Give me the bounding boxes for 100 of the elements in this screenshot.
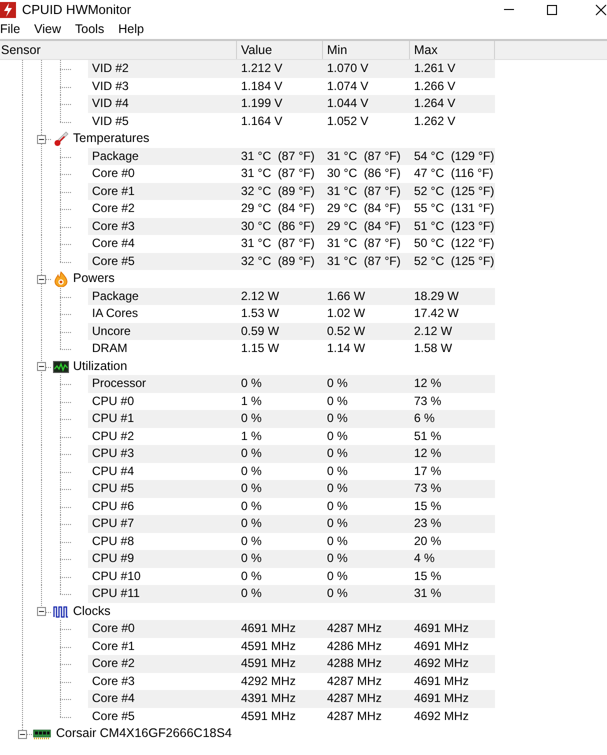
max-cell-text: 1.264 V xyxy=(413,95,456,112)
table-row[interactable]: Core #0 31 °C (87 °F) 30 °C (86 °F) 47 °C (116 °F) xyxy=(88,165,495,182)
max-cell-text: 2.12 W xyxy=(413,322,454,340)
table-row[interactable]: Core #5 32 °C (89 °F) 31 °C (87 °F) 52 °C (125 °F) xyxy=(88,252,495,270)
menu-item[interactable]: Tools xyxy=(75,22,112,36)
value-cell-text: 4591 MHz xyxy=(240,655,297,672)
min-cell-text: 0 % xyxy=(326,585,349,602)
value-cell-text: 0 % xyxy=(240,480,263,497)
sensor-name: IA Cores xyxy=(91,305,140,322)
sensor-name: Core #0 xyxy=(91,620,136,637)
table-row[interactable]: CPU #3 0 % 0 % 12 % xyxy=(88,445,495,462)
value-cell-text: 0 % xyxy=(240,375,263,392)
sensor-name: CPU #11 xyxy=(91,585,141,602)
collapse-button[interactable] xyxy=(37,274,46,284)
value-cell-text: 1.164 V xyxy=(240,112,284,130)
collapse-button[interactable] xyxy=(18,730,27,738)
table-row[interactable]: CPU #11 0 % 0 % 31 % xyxy=(88,585,495,602)
group-label[interactable]: Temperatures xyxy=(73,130,150,148)
min-cell-text: 0 % xyxy=(326,550,349,567)
min-cell-text: 4286 MHz xyxy=(326,638,383,654)
table-row[interactable]: Core #5 4591 MHz 4287 MHz 4692 MHz xyxy=(88,708,495,725)
column-header[interactable]: Max xyxy=(410,41,495,59)
table-row[interactable]: VID #3 1.184 V 1.074 V 1.266 V xyxy=(88,78,495,95)
min-cell-text: 0 % xyxy=(326,375,349,392)
table-row[interactable]: CPU #7 0 % 0 % 23 % xyxy=(88,515,495,532)
min-cell-text: 1.044 V xyxy=(326,95,370,112)
max-cell-text: 15 % xyxy=(413,568,442,584)
min-cell-text: 4287 MHz xyxy=(326,672,383,690)
max-cell-text: 6 % xyxy=(413,410,436,427)
min-cell-text: 30 °C (86 °F) xyxy=(326,165,402,182)
table-row[interactable]: DRAM 1.15 W 1.14 W 1.58 W xyxy=(88,340,495,358)
table-row[interactable]: Core #1 32 °C (89 °F) 31 °C (87 °F) 52 °C (125 °F) xyxy=(88,182,495,200)
sensor-name: CPU #4 xyxy=(91,462,136,480)
column-header[interactable]: Min xyxy=(323,41,410,59)
sensor-name: Core #5 xyxy=(91,252,136,270)
group-label[interactable]: Powers xyxy=(73,270,115,288)
table-row[interactable]: CPU #10 0 % 0 % 15 % xyxy=(88,568,495,585)
max-cell-text: 4691 MHz xyxy=(413,620,470,637)
table-row[interactable]: Core #1 4591 MHz 4286 MHz 4691 MHz xyxy=(88,638,495,655)
min-cell-text: 1.14 W xyxy=(326,340,366,357)
table-row[interactable]: VID #4 1.199 V 1.044 V 1.264 V xyxy=(88,95,495,112)
table-row[interactable]: Core #4 4391 MHz 4287 MHz 4691 MHz xyxy=(88,690,495,708)
sensor-name: CPU #0 xyxy=(91,392,136,410)
menu-item[interactable]: View xyxy=(34,22,68,36)
value-cell-text: 4292 MHz xyxy=(240,672,297,690)
table-row[interactable]: CPU #4 0 % 0 % 17 % xyxy=(88,462,495,480)
sensor-name: Processor xyxy=(91,375,148,392)
table-row[interactable]: IA Cores 1.53 W 1.02 W 17.42 W xyxy=(88,305,495,322)
max-cell-text: 51 % xyxy=(413,428,442,444)
table-row[interactable]: Core #2 29 °C (84 °F) 29 °C (84 °F) 55 °C (131 °F) xyxy=(88,200,495,218)
max-cell-text: 4692 MHz xyxy=(413,655,470,672)
table-row[interactable]: CPU #0 1 % 0 % 73 % xyxy=(88,392,495,410)
value-cell-text: 4591 MHz xyxy=(240,708,297,724)
table-row[interactable]: Uncore 0.59 W 0.52 W 2.12 W xyxy=(88,322,495,340)
min-cell-text: 0 % xyxy=(326,568,349,584)
max-cell-text: 12 % xyxy=(413,375,442,392)
table-row[interactable]: VID #2 1.212 V 1.070 V 1.261 V xyxy=(88,60,495,78)
menu-item[interactable]: File xyxy=(0,22,28,36)
sensor-name: Core #2 xyxy=(91,200,136,217)
min-cell-text: 0.52 W xyxy=(326,322,366,340)
group-label[interactable]: Utilization xyxy=(73,358,128,375)
collapse-button[interactable] xyxy=(37,607,46,616)
table-row[interactable]: Core #2 4591 MHz 4288 MHz 4692 MHz xyxy=(88,655,495,672)
value-cell-text: 31 °C (87 °F) xyxy=(240,235,316,252)
sensor-name: Core #3 xyxy=(91,672,136,690)
max-cell-text: 54 °C (129 °F) xyxy=(413,148,495,164)
table-row[interactable]: Package 31 °C (87 °F) 31 °C (87 °F) 54 °C (129 °F) xyxy=(88,148,495,165)
table-row[interactable]: Core #3 30 °C (86 °F) 29 °C (84 °F) 51 °C (123 °F) xyxy=(88,218,495,235)
table-row[interactable]: CPU #6 0 % 0 % 15 % xyxy=(88,498,495,515)
column-header[interactable]: Value xyxy=(237,41,323,59)
table-row[interactable]: Processor 0 % 0 % 12 % xyxy=(88,375,495,392)
max-cell-text: 15 % xyxy=(413,498,442,514)
value-cell-text: 0 % xyxy=(240,532,263,550)
max-cell-text: 4691 MHz xyxy=(413,690,470,707)
monitor-graph-icon xyxy=(53,358,69,374)
table-row[interactable]: VID #5 1.164 V 1.052 V 1.262 V xyxy=(88,112,495,130)
collapse-button[interactable] xyxy=(37,134,46,144)
sensor-name: Core #5 xyxy=(91,708,136,724)
table-row[interactable]: Core #0 4691 MHz 4287 MHz 4691 MHz xyxy=(88,620,495,638)
menu-item[interactable]: Help xyxy=(118,22,151,36)
sensor-name: Core #3 xyxy=(91,218,136,234)
table-row[interactable]: CPU #2 1 % 0 % 51 % xyxy=(88,428,495,445)
device-label[interactable]: Corsair CM4X16GF2666C18S4 xyxy=(56,725,232,742)
group-label[interactable]: Clocks xyxy=(73,602,111,620)
table-row[interactable]: Core #3 4292 MHz 4287 MHz 4691 MHz xyxy=(88,672,495,690)
value-cell-text: 1.15 W xyxy=(240,340,280,357)
value-cell-text: 0 % xyxy=(240,550,263,567)
sensor-name: CPU #8 xyxy=(91,532,136,550)
table-row[interactable]: CPU #5 0 % 0 % 73 % xyxy=(88,480,495,498)
table-row[interactable]: Core #4 31 °C (87 °F) 31 °C (87 °F) 50 °C (122 °F) xyxy=(88,235,495,252)
max-cell-text: 52 °C (125 °F) xyxy=(413,182,495,200)
value-cell-text: 0 % xyxy=(240,445,263,462)
table-row[interactable]: CPU #1 0 % 0 % 6 % xyxy=(88,410,495,428)
table-row[interactable]: CPU #8 0 % 0 % 20 % xyxy=(88,532,495,550)
value-cell-text: 0 % xyxy=(240,498,263,514)
collapse-button[interactable] xyxy=(37,362,46,371)
table-row[interactable]: CPU #9 0 % 0 % 4 % xyxy=(88,550,495,568)
maximize-icon xyxy=(546,4,558,16)
column-header[interactable]: Sensor xyxy=(0,41,237,59)
table-row[interactable]: Package 2.12 W 1.66 W 18.29 W xyxy=(88,288,495,305)
